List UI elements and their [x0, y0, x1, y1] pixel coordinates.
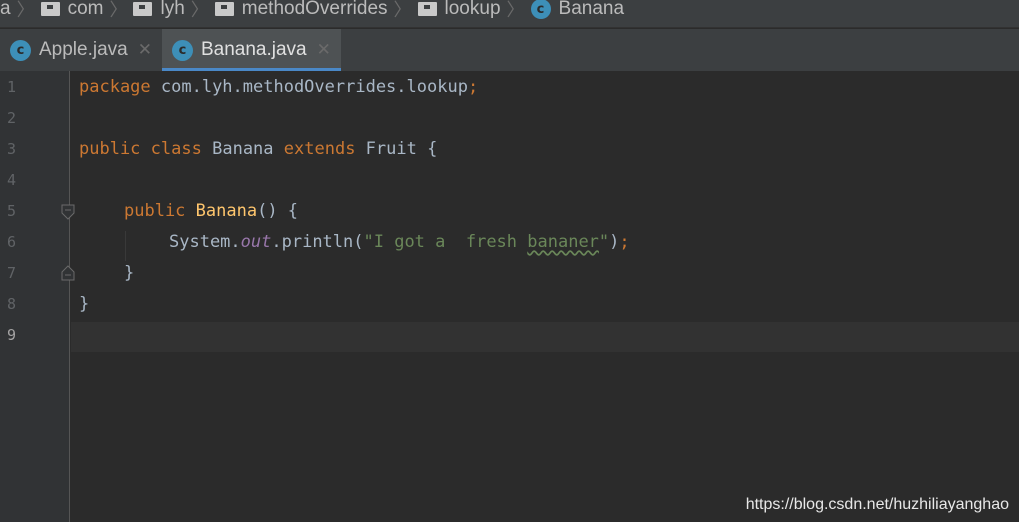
class-icon: c: [10, 39, 31, 61]
tab-label: Banana.java: [200, 39, 307, 60]
current-line-highlight: [71, 322, 1019, 352]
class-icon: c: [530, 0, 551, 19]
folder-icon: [40, 2, 60, 16]
fold-open-icon[interactable]: [61, 204, 75, 220]
line-number-current: 9: [6, 326, 16, 344]
breadcrumb-item-lyh[interactable]: lyh: [133, 0, 185, 20]
close-icon[interactable]: ✕: [138, 40, 152, 60]
breadcrumb-item-methodoverrides[interactable]: methodOverrides: [214, 0, 388, 20]
keyword: public: [79, 139, 141, 159]
line-number: 5: [6, 202, 16, 220]
code-line-3: public class Banana extends Fruit {: [79, 139, 437, 159]
breadcrumb-label: lookup: [444, 0, 501, 19]
string-literal: ": [598, 232, 610, 252]
watermark: https://blog.csdn.net/huzhiliayanghao: [745, 496, 1009, 513]
code-line-7: }: [124, 263, 134, 283]
line-number: 2: [6, 109, 16, 127]
breadcrumb-label: Banana: [558, 0, 625, 19]
chevron-right-icon: 〉: [506, 0, 525, 20]
line-number: 7: [6, 264, 16, 282]
chevron-right-icon: 〉: [109, 0, 128, 20]
code-text: .println(: [271, 232, 364, 252]
class-name: Banana: [212, 139, 274, 159]
constructor-name: Banana: [195, 201, 258, 221]
folder-icon: [417, 2, 437, 16]
line-number: 6: [6, 233, 16, 251]
tab-banana-java[interactable]: c Banana.java ✕: [161, 29, 341, 71]
code-line-5: public Banana() {: [124, 201, 298, 221]
keyword: package: [79, 77, 151, 97]
code-text: Fruit {: [355, 139, 438, 159]
close-icon[interactable]: ✕: [317, 40, 331, 60]
indent-guide: [125, 231, 126, 261]
string-literal: "I got a fresh: [363, 232, 528, 252]
breadcrumb-item-root[interactable]: a: [0, 0, 11, 20]
line-number: 4: [6, 171, 16, 189]
code-text: com.lyh.methodOverrides.lookup: [150, 77, 468, 97]
code-text: }: [79, 294, 90, 314]
code-text: System.: [169, 232, 241, 252]
fold-close-icon[interactable]: [61, 265, 75, 281]
tab-apple-java[interactable]: c Apple.java ✕: [0, 29, 162, 71]
keyword: class: [150, 139, 202, 159]
chevron-right-icon: 〉: [16, 0, 35, 20]
breadcrumb-label: a: [0, 0, 11, 19]
breadcrumb-label: methodOverrides: [241, 0, 388, 19]
line-number-gutter: 1 2 3 4 5 6 7 8 9: [0, 71, 70, 522]
breadcrumb-item-lookup[interactable]: lookup: [417, 0, 501, 20]
folder-icon: [214, 2, 234, 16]
string-literal-typo: bananer: [527, 232, 599, 252]
keyword: extends: [283, 139, 356, 159]
line-number: 3: [6, 140, 16, 158]
code-text: }: [124, 263, 135, 283]
class-icon: c: [171, 39, 193, 61]
code-line-1: package com.lyh.methodOverrides.lookup;: [79, 77, 478, 97]
breadcrumb-label: lyh: [160, 0, 185, 19]
code-line-8: }: [79, 294, 89, 314]
chevron-right-icon: 〉: [393, 0, 412, 20]
code-editor[interactable]: 1 2 3 4 5 6 7 8 9 package com.lyh.method…: [0, 71, 1019, 522]
code-text: () {: [257, 201, 299, 221]
folder-icon: [133, 2, 153, 16]
line-number: 1: [6, 78, 16, 96]
keyword: public: [124, 201, 186, 221]
code-text: ): [609, 232, 620, 252]
tab-label: Apple.java: [39, 39, 128, 60]
editor-tab-bar: c Apple.java ✕ c Banana.java ✕: [0, 29, 1019, 71]
chevron-right-icon: 〉: [190, 0, 209, 20]
breadcrumb-item-banana[interactable]: c Banana: [530, 0, 625, 20]
breadcrumb-item-com[interactable]: com: [40, 0, 104, 20]
static-field: out: [240, 232, 272, 252]
semicolon: ;: [467, 77, 479, 97]
code-line-6: System.out.println("I got a fresh banane…: [169, 232, 630, 252]
semicolon: ;: [619, 232, 630, 252]
breadcrumb-label: com: [67, 0, 104, 19]
line-number: 8: [6, 295, 16, 313]
breadcrumb: a 〉 com 〉 lyh 〉 methodOverrides 〉 lookup…: [0, 0, 1019, 28]
